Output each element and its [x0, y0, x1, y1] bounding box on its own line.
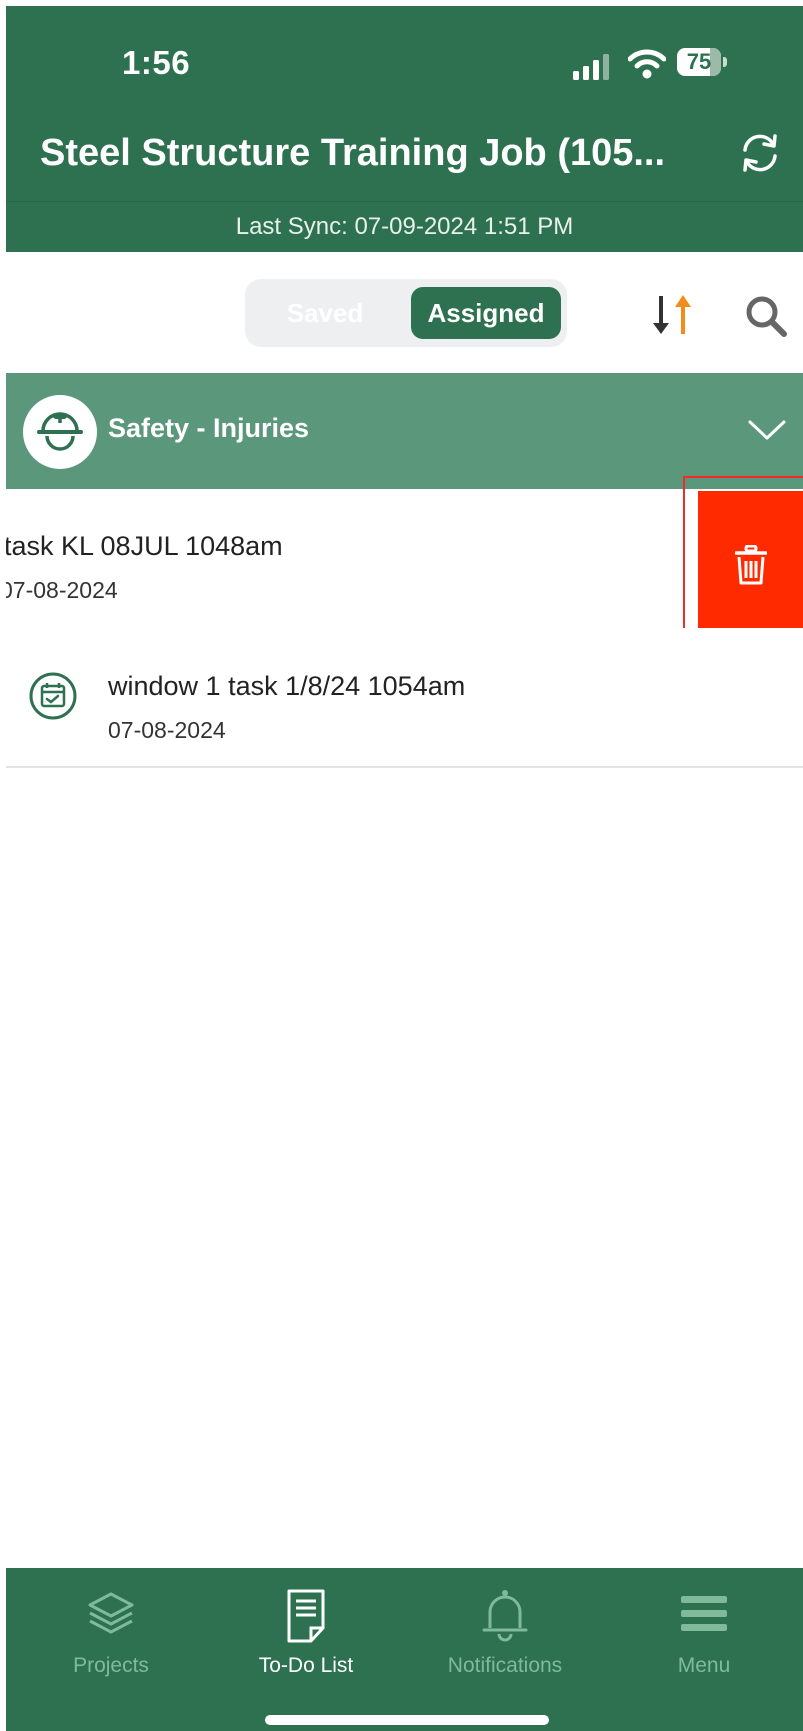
app-screen: 1:56 75 Steel Structure Training Job (10… — [6, 6, 803, 1731]
delete-button[interactable] — [698, 491, 803, 631]
chevron-down-icon[interactable] — [748, 419, 786, 441]
sort-icon[interactable] — [649, 293, 699, 337]
battery-level: 75 — [686, 49, 712, 74]
layers-icon — [88, 1592, 134, 1634]
hard-hat-worker-icon — [37, 412, 83, 451]
tab-label: Notifications — [447, 1654, 563, 1677]
tab-label: To-Do List — [258, 1654, 354, 1677]
cellular-signal-icon — [573, 54, 609, 80]
category-title: Safety - Injuries — [108, 413, 310, 443]
task-title: task KL 08JUL 1048am — [6, 531, 283, 561]
app-header: 1:56 75 Steel Structure Training Job (10… — [6, 6, 803, 252]
tab-projects[interactable]: Projects — [21, 1588, 201, 1698]
tab-assigned[interactable]: Assigned — [411, 287, 561, 339]
tab-saved[interactable]: Saved — [245, 279, 405, 347]
trash-icon — [735, 545, 767, 585]
search-icon[interactable] — [744, 294, 788, 338]
task-row[interactable]: window 1 task 1/8/24 1054am 07-08-2024 — [6, 628, 803, 768]
last-sync-text: Last Sync: 07-09-2024 1:51 PM — [235, 213, 574, 240]
document-icon — [287, 1589, 325, 1643]
task-date: 07-08-2024 — [108, 717, 226, 743]
bell-icon — [482, 1590, 528, 1642]
sync-icon[interactable] — [737, 130, 783, 176]
battery-icon: 75 — [677, 48, 727, 78]
saved-assigned-toggle: Saved Assigned — [245, 279, 567, 347]
home-indicator[interactable] — [265, 1715, 549, 1725]
tab-label: Menu — [677, 1654, 731, 1677]
page-title: Steel Structure Training Job (105... — [40, 132, 666, 174]
tab-label: Projects — [73, 1654, 149, 1677]
tab-menu[interactable]: Menu — [614, 1588, 794, 1698]
tab-todo-list[interactable]: To-Do List — [216, 1588, 396, 1698]
hamburger-icon — [681, 1596, 727, 1631]
category-avatar — [23, 395, 97, 469]
bottom-tab-bar: Projects To-Do List Notifications Menu — [6, 1568, 803, 1731]
wifi-icon — [628, 49, 666, 79]
task-date: 07-08-2024 — [6, 577, 118, 603]
task-title: window 1 task 1/8/24 1054am — [108, 671, 466, 701]
tab-notifications[interactable]: Notifications — [415, 1588, 595, 1698]
status-time: 1:56 — [122, 44, 191, 81]
calendar-check-icon — [29, 672, 77, 720]
category-header[interactable]: Safety - Injuries — [6, 373, 803, 489]
